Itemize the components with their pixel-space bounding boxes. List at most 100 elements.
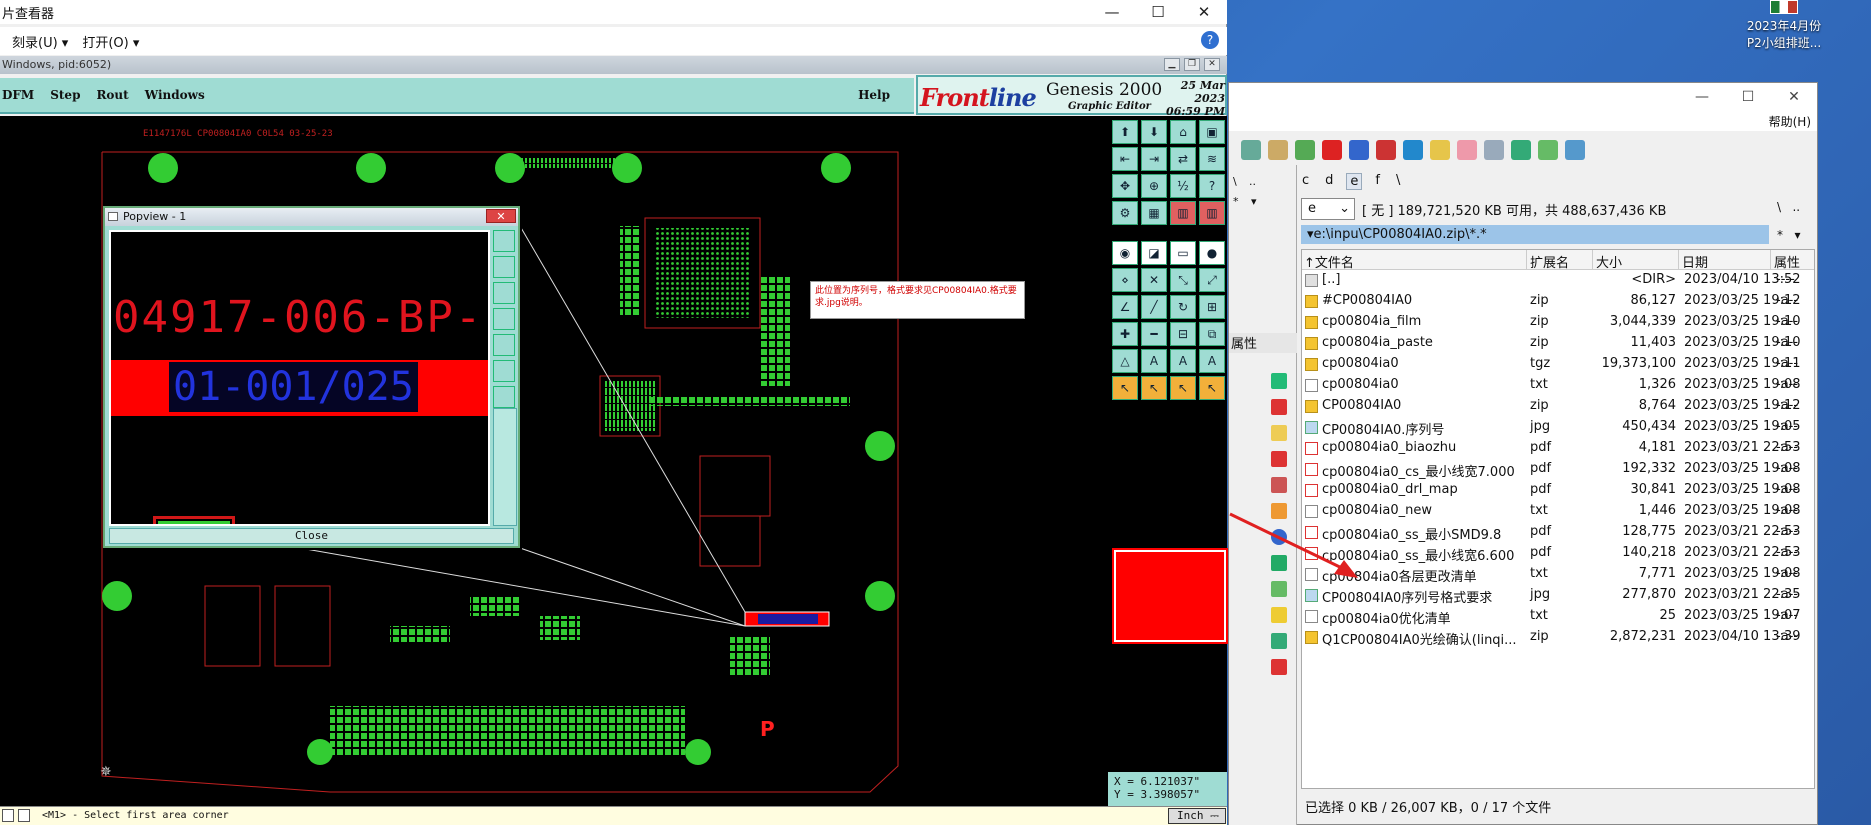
- close-icon[interactable]: ✕: [1181, 0, 1227, 24]
- menu-burn[interactable]: 刻录(U) ▾: [12, 32, 68, 51]
- status-icon-1[interactable]: [2, 809, 14, 822]
- inner-close-icon[interactable]: ✕: [1204, 58, 1220, 71]
- fm-tool-tree-icon[interactable]: [1241, 140, 1261, 160]
- tool-icon-16[interactable]: ▥: [1199, 201, 1225, 225]
- tool-icon-10[interactable]: ⊕: [1141, 174, 1167, 198]
- tool-icon-13[interactable]: ⚙: [1112, 201, 1138, 225]
- right-root-nav[interactable]: \ ..: [1777, 200, 1800, 214]
- tool-icon-3[interactable]: ⌂: [1170, 120, 1196, 144]
- tool-icon-6[interactable]: ⇥: [1141, 147, 1167, 171]
- tool-icon-9[interactable]: ✥: [1112, 174, 1138, 198]
- col-attr[interactable]: 属性: [1774, 252, 1800, 271]
- tool-icon-7[interactable]: ⇄: [1170, 147, 1196, 171]
- tool-icon-34[interactable]: A: [1141, 349, 1167, 373]
- tool-icon-32[interactable]: ⧉: [1199, 322, 1225, 346]
- drive-root[interactable]: \: [1393, 173, 1403, 190]
- fm-menu-help[interactable]: 帮助(H): [1769, 113, 1811, 130]
- tool-icon-29[interactable]: ✚: [1112, 322, 1138, 346]
- file-row[interactable]: cp00804ia_paste zip 11,403 2023/03/25 19:10…: [1302, 333, 1816, 354]
- drive-c[interactable]: c: [1299, 173, 1312, 190]
- fm-tool-view-icon[interactable]: [1457, 140, 1477, 160]
- tool-icon-18[interactable]: ◪: [1141, 241, 1167, 265]
- fm-tool-pack-icon[interactable]: [1349, 140, 1369, 160]
- menu-rout[interactable]: Rout: [96, 88, 128, 102]
- tool-icon-38[interactable]: ↖: [1141, 376, 1167, 400]
- popview-tool-6[interactable]: [493, 360, 515, 382]
- popview-tool-1[interactable]: [493, 230, 515, 252]
- maximize-icon[interactable]: ☐: [1135, 0, 1181, 24]
- tool-icon-31[interactable]: ⊟: [1170, 322, 1196, 346]
- drive-combo[interactable]: e ⌄: [1301, 198, 1355, 220]
- help-icon[interactable]: ?: [1201, 31, 1219, 49]
- file-list[interactable]: ↑文件名 扩展名 大小 日期 属性 [..] <DIR> 2023/04/10 13…: [1301, 249, 1815, 789]
- tool-icon-35[interactable]: A: [1170, 349, 1196, 373]
- popview-tool-4[interactable]: [493, 308, 515, 330]
- minimize-icon[interactable]: —: [1089, 0, 1135, 24]
- file-row[interactable]: cp00804ia0_new txt 1,446 2023/03/25 19:08 -a…: [1302, 501, 1816, 522]
- layer-color-swatch[interactable]: [1112, 548, 1228, 644]
- fm-tool-delete-icon[interactable]: [1322, 140, 1342, 160]
- tool-icon-30[interactable]: ━: [1141, 322, 1167, 346]
- tool-icon-14[interactable]: ▦: [1141, 201, 1167, 225]
- tool-icon-39[interactable]: ↖: [1170, 376, 1196, 400]
- menu-step[interactable]: Step: [50, 88, 80, 102]
- popview-tool-2[interactable]: [493, 256, 515, 278]
- file-row[interactable]: cp00804ia0_drl_map pdf 30,841 2023/03/25 19…: [1302, 480, 1816, 501]
- col-ext[interactable]: 扩展名: [1530, 252, 1569, 271]
- fm-tool-network-icon[interactable]: [1511, 140, 1531, 160]
- tool-icon-21[interactable]: ⋄: [1112, 268, 1138, 292]
- status-icon-2[interactable]: [18, 809, 30, 822]
- file-row[interactable]: cp00804ia_film zip 3,044,339 2023/03/25 19:…: [1302, 312, 1816, 333]
- col-name[interactable]: ↑文件名: [1304, 252, 1354, 271]
- file-row[interactable]: [..] <DIR> 2023/04/10 13:52 ----: [1302, 270, 1816, 291]
- fm-minimize-icon[interactable]: —: [1679, 83, 1725, 111]
- tool-icon-8[interactable]: ≋: [1199, 147, 1225, 171]
- popview-scrollbar[interactable]: [493, 408, 517, 526]
- fm-tool-settings-icon[interactable]: [1565, 140, 1585, 160]
- tool-icon-33[interactable]: △: [1112, 349, 1138, 373]
- file-row[interactable]: cp00804ia0_cs_最小线宽7.000 pdf 192,332 2023/03…: [1302, 459, 1816, 480]
- tool-icon-36[interactable]: A: [1199, 349, 1225, 373]
- fm-tool-refresh-icon[interactable]: [1403, 140, 1423, 160]
- fm-tool-excel-icon[interactable]: [1538, 140, 1558, 160]
- tool-icon-27[interactable]: ↻: [1170, 295, 1196, 319]
- popview-titlebar[interactable]: Popview - 1 ✕: [105, 208, 518, 226]
- file-row[interactable]: CP00804IA0.序列号 jpg 450,434 2023/03/25 19:05…: [1302, 417, 1816, 438]
- desktop-shortcut[interactable]: 2023年4月份 P2小组排班...: [1722, 0, 1846, 52]
- inner-restore-icon[interactable]: ❐: [1184, 58, 1200, 71]
- fm-close-icon[interactable]: ✕: [1771, 83, 1817, 111]
- current-path[interactable]: ▾e:\inpu\CP00804IA0.zip\*.*: [1301, 225, 1769, 244]
- file-row[interactable]: cp00804ia0 txt 1,326 2023/03/25 19:08 -a--: [1302, 375, 1816, 396]
- popview-tool-5[interactable]: [493, 334, 515, 356]
- menu-open[interactable]: 打开(O) ▾: [82, 32, 139, 51]
- tool-icon-12[interactable]: ?: [1199, 174, 1225, 198]
- tool-icon-15[interactable]: ▥: [1170, 201, 1196, 225]
- col-size[interactable]: 大小: [1596, 252, 1622, 271]
- file-row[interactable]: cp00804ia0_ss_最小线宽6.600 pdf 140,218 2023/03…: [1302, 543, 1816, 564]
- file-row[interactable]: cp00804ia0各层更改清单 txt 7,771 2023/03/25 19:08…: [1302, 564, 1816, 585]
- viewer-titlebar[interactable]: 片查看器 — ☐ ✕: [0, 0, 1227, 24]
- popview-tool-7[interactable]: [493, 386, 515, 408]
- fm-tool-pdf-icon[interactable]: [1376, 140, 1396, 160]
- tool-icon-25[interactable]: ∠: [1112, 295, 1138, 319]
- tool-icon-1[interactable]: ⬆: [1112, 120, 1138, 144]
- tool-icon-2[interactable]: ⬇: [1141, 120, 1167, 144]
- popview-tool-3[interactable]: [493, 282, 515, 304]
- fm-tool-print-icon[interactable]: [1484, 140, 1504, 160]
- menu-dfm[interactable]: DFM: [2, 88, 34, 102]
- drive-e[interactable]: e: [1346, 173, 1363, 190]
- tool-icon-37[interactable]: ↖: [1112, 376, 1138, 400]
- drive-f[interactable]: f: [1372, 173, 1383, 190]
- file-row[interactable]: cp00804ia0 tgz 19,373,100 2023/03/25 19:11-…: [1302, 354, 1816, 375]
- file-row[interactable]: #CP00804IA0 zip 86,127 2023/03/25 19:12 -a--: [1302, 291, 1816, 312]
- file-row[interactable]: Q1CP00804IA0光绘确认(linqi... zip 2,872,231 202…: [1302, 627, 1816, 648]
- unit-selector[interactable]: Inch ⎓: [1168, 808, 1226, 824]
- tool-icon-24[interactable]: ⤢: [1199, 268, 1225, 292]
- tool-icon-20[interactable]: ●: [1199, 241, 1225, 265]
- inner-minimize-icon[interactable]: ▁: [1164, 58, 1180, 71]
- tool-icon-19[interactable]: ▭: [1170, 241, 1196, 265]
- file-row[interactable]: cp00804ia0_ss_最小SMD9.8 pdf 128,775 2023/03/…: [1302, 522, 1816, 543]
- fm-tool-text-icon[interactable]: [1430, 140, 1450, 160]
- file-row[interactable]: cp00804ia0优化清单 txt 25 2023/03/25 19:07 -a--: [1302, 606, 1816, 627]
- right-filter[interactable]: * ▾: [1777, 228, 1800, 242]
